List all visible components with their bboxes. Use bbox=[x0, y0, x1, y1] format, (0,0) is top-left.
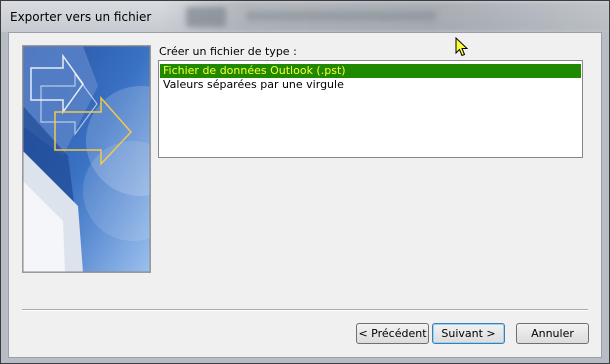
separator bbox=[22, 309, 588, 311]
list-item-pst[interactable]: Fichier de données Outlook (.pst) bbox=[160, 64, 581, 78]
title-bar: Exporter vers un fichier bbox=[1, 1, 609, 32]
file-type-label: Créer un fichier de type : bbox=[159, 45, 297, 58]
blurred-text bbox=[246, 11, 436, 21]
back-button[interactable]: < Précédent bbox=[356, 323, 429, 344]
list-item-csv[interactable]: Valeurs séparées par une virgule bbox=[160, 78, 581, 92]
next-button[interactable]: Suivant > bbox=[432, 323, 505, 344]
wizard-arrows-graphic bbox=[23, 46, 150, 272]
dialog-content: Créer un fichier de type : Fichier de do… bbox=[8, 32, 602, 358]
file-type-list[interactable]: Fichier de données Outlook (.pst) Valeur… bbox=[158, 60, 583, 158]
wizard-banner-image bbox=[22, 45, 151, 273]
cancel-button[interactable]: Annuler bbox=[516, 323, 589, 344]
mouse-cursor-icon bbox=[455, 37, 469, 57]
blurred-icon bbox=[186, 7, 226, 27]
export-dialog: Exporter vers un fichier Créer un fichie… bbox=[0, 0, 610, 364]
window-title: Exporter vers un fichier bbox=[10, 10, 152, 24]
